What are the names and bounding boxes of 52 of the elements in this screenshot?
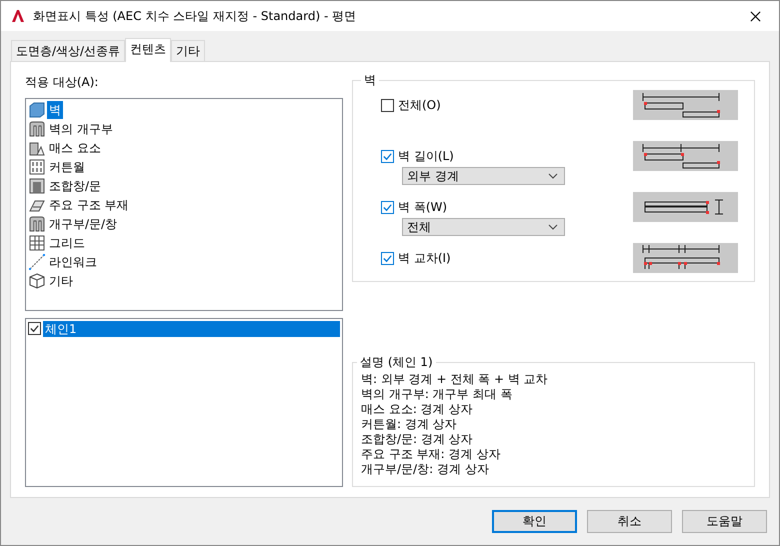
chevron-down-icon <box>548 173 558 179</box>
list-item[interactable]: 커튼월 <box>47 158 87 176</box>
tab[interactable]: 도면층/색상/선종류 <box>11 40 126 61</box>
group-title: 설명 (체인 1) <box>359 355 434 370</box>
applies-to-label: 적용 대상(A): <box>25 74 100 91</box>
list-item[interactable]: 개구부/문/창 <box>47 215 120 234</box>
list-item[interactable]: 그리드 <box>47 234 87 252</box>
window-title: 화면표시 특성 (AEC 치수 스타일 재지정 - Standard) - 평면 <box>33 8 358 24</box>
description-line: 벽: 외부 경계 + 전체 폭 + 벽 교차 <box>361 372 549 387</box>
list-item[interactable]: 라인워크 <box>47 253 99 272</box>
dialog-button[interactable]: 확인 <box>492 510 577 533</box>
list-item[interactable]: 매스 요소 <box>47 139 103 158</box>
dialog-button[interactable]: 취소 <box>587 510 672 533</box>
close-icon[interactable] <box>750 10 761 22</box>
tab[interactable]: 컨텐츠 <box>125 38 172 62</box>
description-line: 커튼월: 경계 상자 <box>361 417 458 432</box>
opening-icon <box>29 121 45 138</box>
list-item[interactable]: 조합창/문 <box>47 177 104 196</box>
mass-icon <box>29 140 45 156</box>
line-icon <box>29 254 45 270</box>
curtain-icon <box>29 159 45 176</box>
dropdown[interactable]: 전체 <box>402 218 565 236</box>
checkbox[interactable] <box>381 200 394 214</box>
opening-icon <box>29 216 45 232</box>
description-line: 주요 구조 부재: 경계 상자 <box>361 447 502 462</box>
list-item[interactable]: 벽 <box>47 101 63 120</box>
checkbox[interactable] <box>28 322 41 336</box>
checkbox-label: 벽 폭(W) <box>398 198 448 216</box>
checkbox-label: 벽 길이(L) <box>398 148 454 164</box>
group-title: 벽 <box>363 72 377 88</box>
assembly-icon <box>29 178 45 194</box>
list-item[interactable]: 기타 <box>47 272 75 290</box>
list-item[interactable]: 벽의 개구부 <box>47 120 115 138</box>
list-item[interactable]: 체인1 <box>43 320 340 337</box>
list-item[interactable]: 주요 구조 부재 <box>47 196 131 214</box>
checkbox[interactable] <box>381 252 394 264</box>
checkbox[interactable] <box>381 98 394 112</box>
checkbox[interactable] <box>381 150 394 162</box>
chevron-down-icon <box>548 224 558 230</box>
wall-icon <box>29 102 45 118</box>
checkbox-label: 벽 교차(I) <box>398 250 451 266</box>
description-line: 개구부/문/창: 경계 상자 <box>361 462 490 477</box>
dropdown[interactable]: 외부 경계 <box>402 167 565 185</box>
dialog-button[interactable]: 도움말 <box>682 510 767 533</box>
cube-icon <box>29 273 45 290</box>
tab[interactable]: 기타 <box>171 40 206 61</box>
checkbox-label: 전체(O) <box>398 96 441 114</box>
grid-icon <box>29 235 45 252</box>
description-line: 매스 요소: 경계 상자 <box>361 402 474 417</box>
description-line: 조합창/문: 경계 상자 <box>361 432 474 447</box>
app-logo-icon <box>11 9 25 23</box>
description-line: 벽의 개구부: 개구부 최대 폭 <box>361 387 514 402</box>
